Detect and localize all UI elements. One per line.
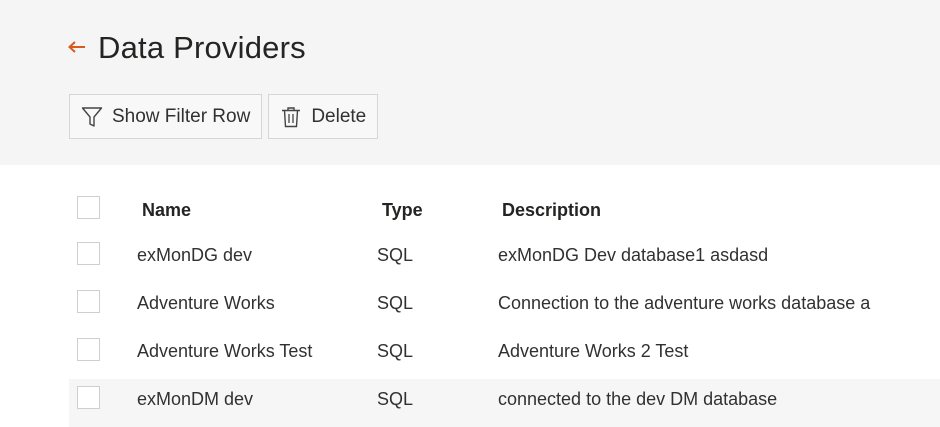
show-filter-row-button[interactable]: Show Filter Row <box>69 94 263 139</box>
delete-label: Delete <box>311 105 367 127</box>
trash-icon <box>279 105 303 129</box>
row-checkbox[interactable] <box>77 338 100 361</box>
show-filter-row-label: Show Filter Row <box>112 105 251 127</box>
column-header-description[interactable]: Description <box>502 185 601 235</box>
title-row: Data Providers <box>66 30 306 66</box>
row-name: exMonDM dev <box>137 389 254 409</box>
column-header-name[interactable]: Name <box>142 185 191 235</box>
row-name: Adventure Works <box>137 293 275 313</box>
column-header-type[interactable]: Type <box>382 185 423 235</box>
row-type: SQL <box>377 245 414 265</box>
row-checkbox[interactable] <box>77 290 100 313</box>
row-name: exMonDG dev <box>137 245 253 265</box>
row-type: SQL <box>377 293 414 313</box>
page-title: Data Providers <box>98 30 306 65</box>
data-providers-table: Name Type Description exMonDG dev SQL ex… <box>69 185 940 427</box>
row-type: SQL <box>377 341 414 361</box>
row-description: Connection to the adventure works databa… <box>498 293 871 313</box>
row-description: connected to the dev DM database <box>498 389 778 409</box>
row-checkbox[interactable] <box>77 242 100 265</box>
row-description: Adventure Works 2 Test <box>498 341 689 361</box>
select-all-checkbox[interactable] <box>77 196 100 219</box>
table-row[interactable]: Adventure Works SQL Connection to the ad… <box>69 283 940 331</box>
row-type: SQL <box>377 389 414 409</box>
row-description: exMonDG Dev database1 asdasd <box>498 245 769 265</box>
row-name: Adventure Works Test <box>137 341 313 361</box>
back-arrow-icon[interactable] <box>66 36 88 58</box>
delete-button[interactable]: Delete <box>268 94 379 139</box>
page-header: Data Providers Show Filter Row Delete <box>0 0 940 165</box>
filter-icon <box>80 105 104 129</box>
table-header-row: Name Type Description <box>69 185 940 235</box>
table-row[interactable]: exMonDM dev SQL connected to the dev DM … <box>69 379 940 427</box>
toolbar: Show Filter Row Delete <box>69 94 384 139</box>
table-row[interactable]: Adventure Works Test SQL Adventure Works… <box>69 331 940 379</box>
table-row[interactable]: exMonDG dev SQL exMonDG Dev database1 as… <box>69 235 940 283</box>
row-checkbox[interactable] <box>77 386 100 409</box>
